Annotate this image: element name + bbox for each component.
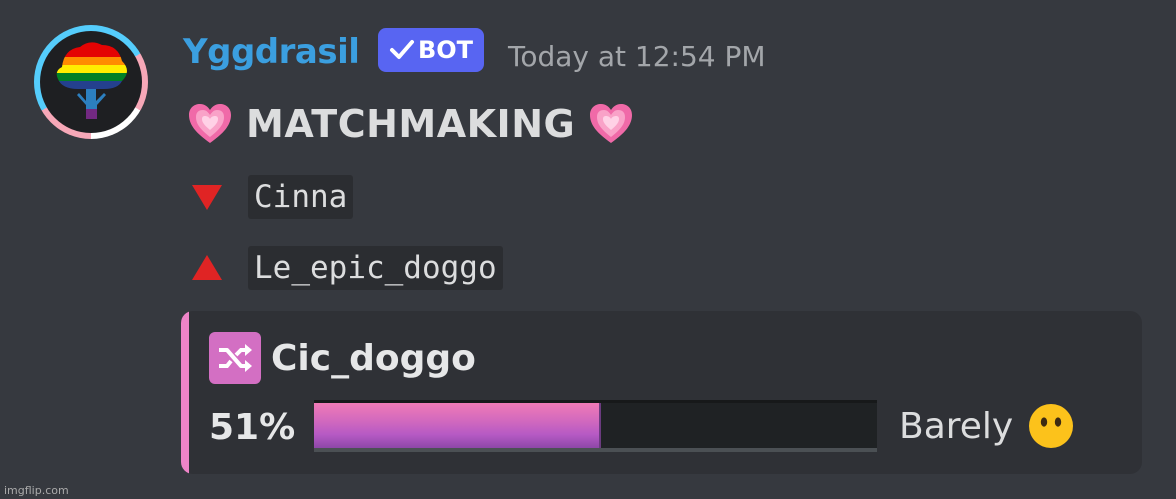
title-text: MATCHMAKING	[246, 102, 576, 146]
user-one-line: Cinna	[190, 172, 354, 222]
embed-accent-bar	[181, 311, 189, 474]
match-progress-bar	[314, 400, 877, 452]
user-two-name: Le_epic_doggo	[248, 246, 503, 290]
match-percent: 51%	[209, 407, 296, 448]
match-rating: Barely	[899, 403, 1075, 449]
bot-avatar[interactable]	[34, 25, 148, 139]
rating-label: Barely	[899, 405, 1014, 447]
timestamp[interactable]: Today at 12:54 PM	[508, 40, 766, 73]
rainbow-tree-icon	[56, 42, 128, 119]
no-mouth-face-icon	[1029, 404, 1074, 448]
match-embed: Cic_doggo 51% Barely	[181, 311, 1142, 474]
shuffle-icon	[209, 332, 261, 384]
check-icon	[389, 40, 414, 59]
embed-title: Cic_doggo	[209, 331, 476, 385]
heart-icon	[189, 104, 231, 143]
user-two-line: Le_epic_doggo	[190, 243, 503, 293]
embed-ship-name: Cic_doggo	[271, 337, 476, 379]
user-one-name: Cinna	[248, 175, 354, 219]
username[interactable]: Yggdrasil	[183, 32, 360, 72]
matchmaking-title: MATCHMAKING	[186, 96, 635, 152]
bot-badge: BOT	[378, 28, 484, 72]
down-triangle-icon	[192, 185, 222, 210]
watermark: imgflip.com	[4, 484, 69, 497]
heart-icon	[590, 104, 633, 143]
up-triangle-icon	[192, 255, 222, 280]
match-progress-fill	[314, 403, 602, 448]
bot-badge-label: BOT	[417, 36, 474, 64]
